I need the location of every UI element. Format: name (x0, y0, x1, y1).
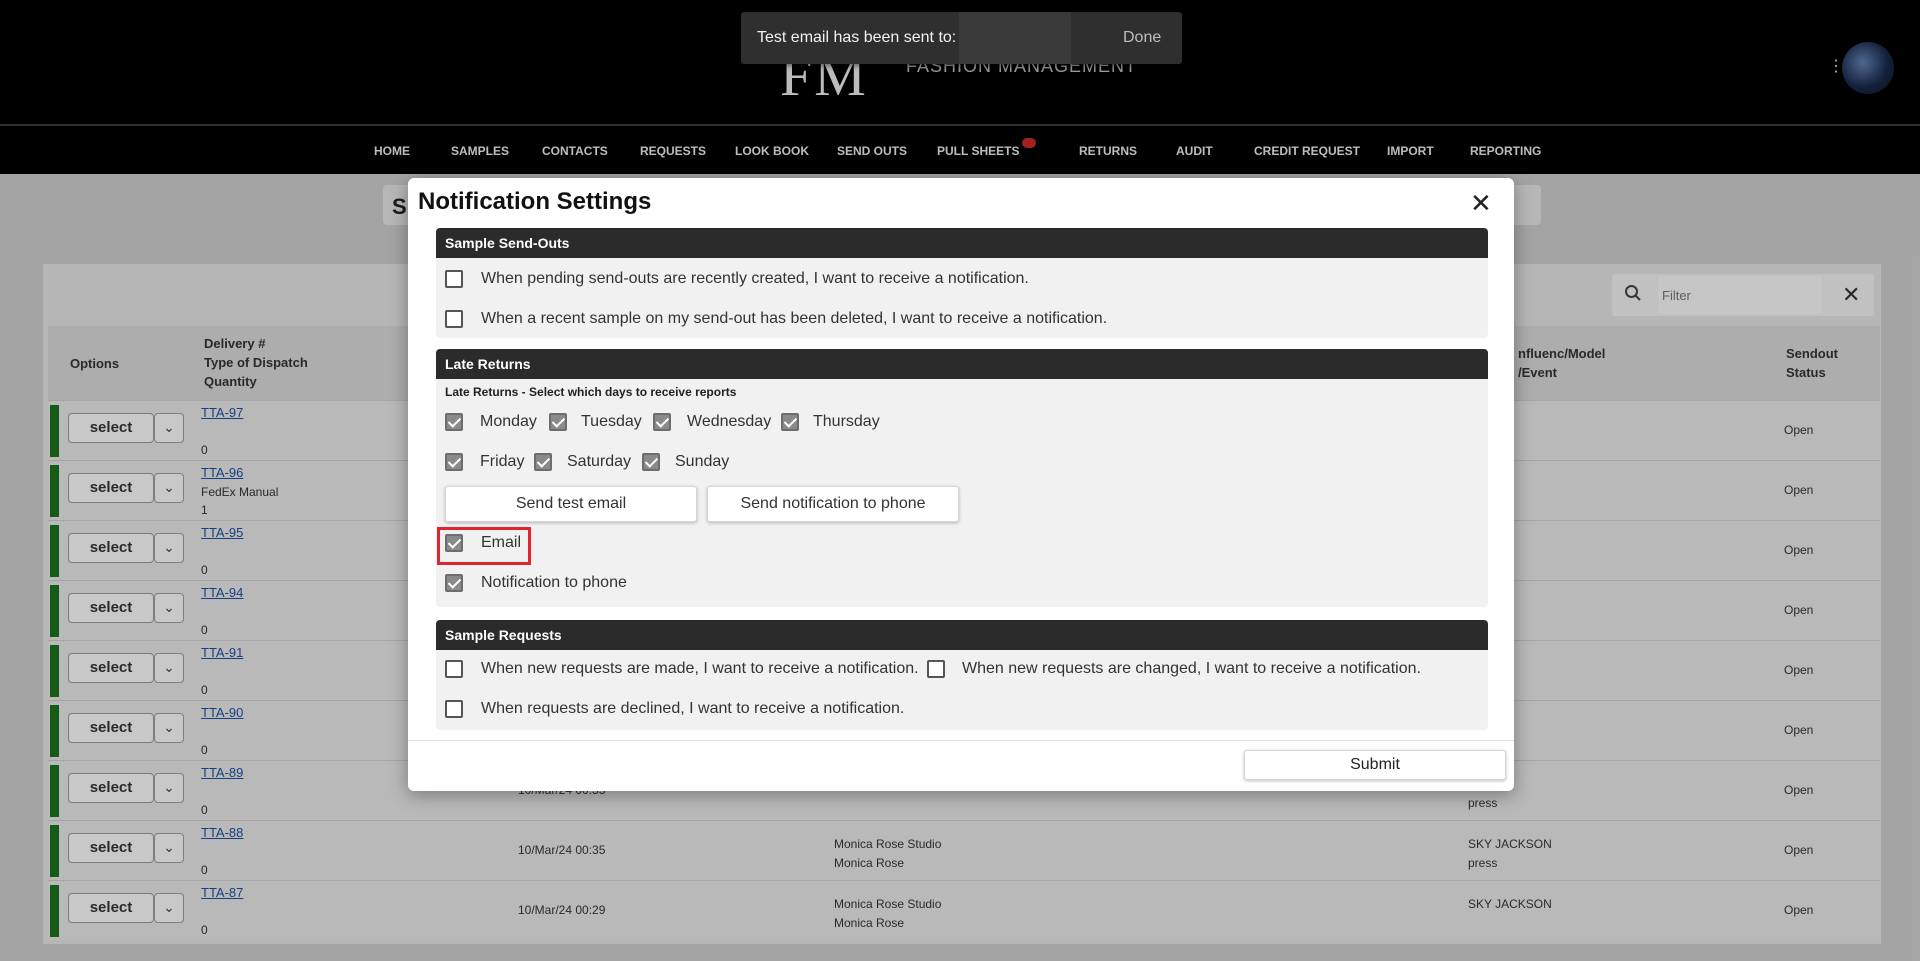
label-sample-deleted: When a recent sample on my send-out has … (481, 310, 1108, 327)
toast-done-button[interactable]: Done (1123, 29, 1161, 47)
checkbox-sunday[interactable] (642, 453, 660, 471)
checkbox-pending-sendouts[interactable] (445, 270, 463, 288)
label-thursday: Thursday (813, 413, 880, 430)
toast-notification: Test email has been sent to: Done (741, 12, 1182, 64)
label-wednesday: Wednesday (687, 413, 772, 430)
label-phone-notification: Notification to phone (481, 574, 627, 591)
checkbox-changed-requests[interactable] (927, 660, 945, 678)
redacted-email (959, 12, 1071, 64)
notification-settings-modal: Notification Settings ✕ Sample Send-Outs… (408, 178, 1514, 791)
send-phone-notification-button[interactable]: Send notification to phone (707, 486, 959, 522)
label-pending-sendouts: When pending send-outs are recently crea… (481, 270, 1029, 287)
send-test-email-button[interactable]: Send test email (445, 486, 697, 522)
toast-message: Test email has been sent to: (757, 29, 957, 46)
checkbox-saturday[interactable] (534, 453, 552, 471)
checkbox-sample-deleted[interactable] (445, 310, 463, 328)
checkbox-phone-notification[interactable] (445, 574, 463, 592)
section-heading: Late Returns (436, 349, 1488, 379)
label-saturday: Saturday (567, 453, 632, 470)
checkbox-new-requests[interactable] (445, 660, 463, 678)
label-friday: Friday (480, 453, 525, 470)
checkbox-friday[interactable] (445, 453, 463, 471)
modal-footer-divider (408, 740, 1514, 741)
section-heading: Sample Send-Outs (436, 228, 1488, 258)
label-sunday: Sunday (675, 453, 730, 470)
close-icon[interactable]: ✕ (1470, 190, 1492, 216)
modal-title: Notification Settings (418, 188, 652, 215)
checkbox-monday[interactable] (445, 413, 463, 431)
checkbox-thursday[interactable] (781, 413, 799, 431)
label-new-requests: When new requests are made, I want to re… (481, 660, 919, 677)
checkbox-wednesday[interactable] (653, 413, 671, 431)
label-monday: Monday (480, 413, 537, 430)
section-send-outs: Sample Send-Outs When pending send-outs … (436, 228, 1488, 338)
section-late-returns: Late Returns Late Returns - Select which… (436, 349, 1488, 607)
label-tuesday: Tuesday (581, 413, 642, 430)
submit-button[interactable]: Submit (1244, 750, 1506, 780)
label-declined-requests: When requests are declined, I want to re… (481, 700, 905, 717)
label-changed-requests: When new requests are changed, I want to… (962, 660, 1421, 677)
section-heading: Sample Requests (436, 620, 1488, 650)
late-returns-sub-label: Late Returns - Select which days to rece… (445, 385, 737, 399)
section-sample-requests: Sample Requests When new requests are ma… (436, 620, 1488, 730)
email-highlight-box (437, 527, 531, 565)
checkbox-declined-requests[interactable] (445, 700, 463, 718)
checkbox-tuesday[interactable] (549, 413, 567, 431)
